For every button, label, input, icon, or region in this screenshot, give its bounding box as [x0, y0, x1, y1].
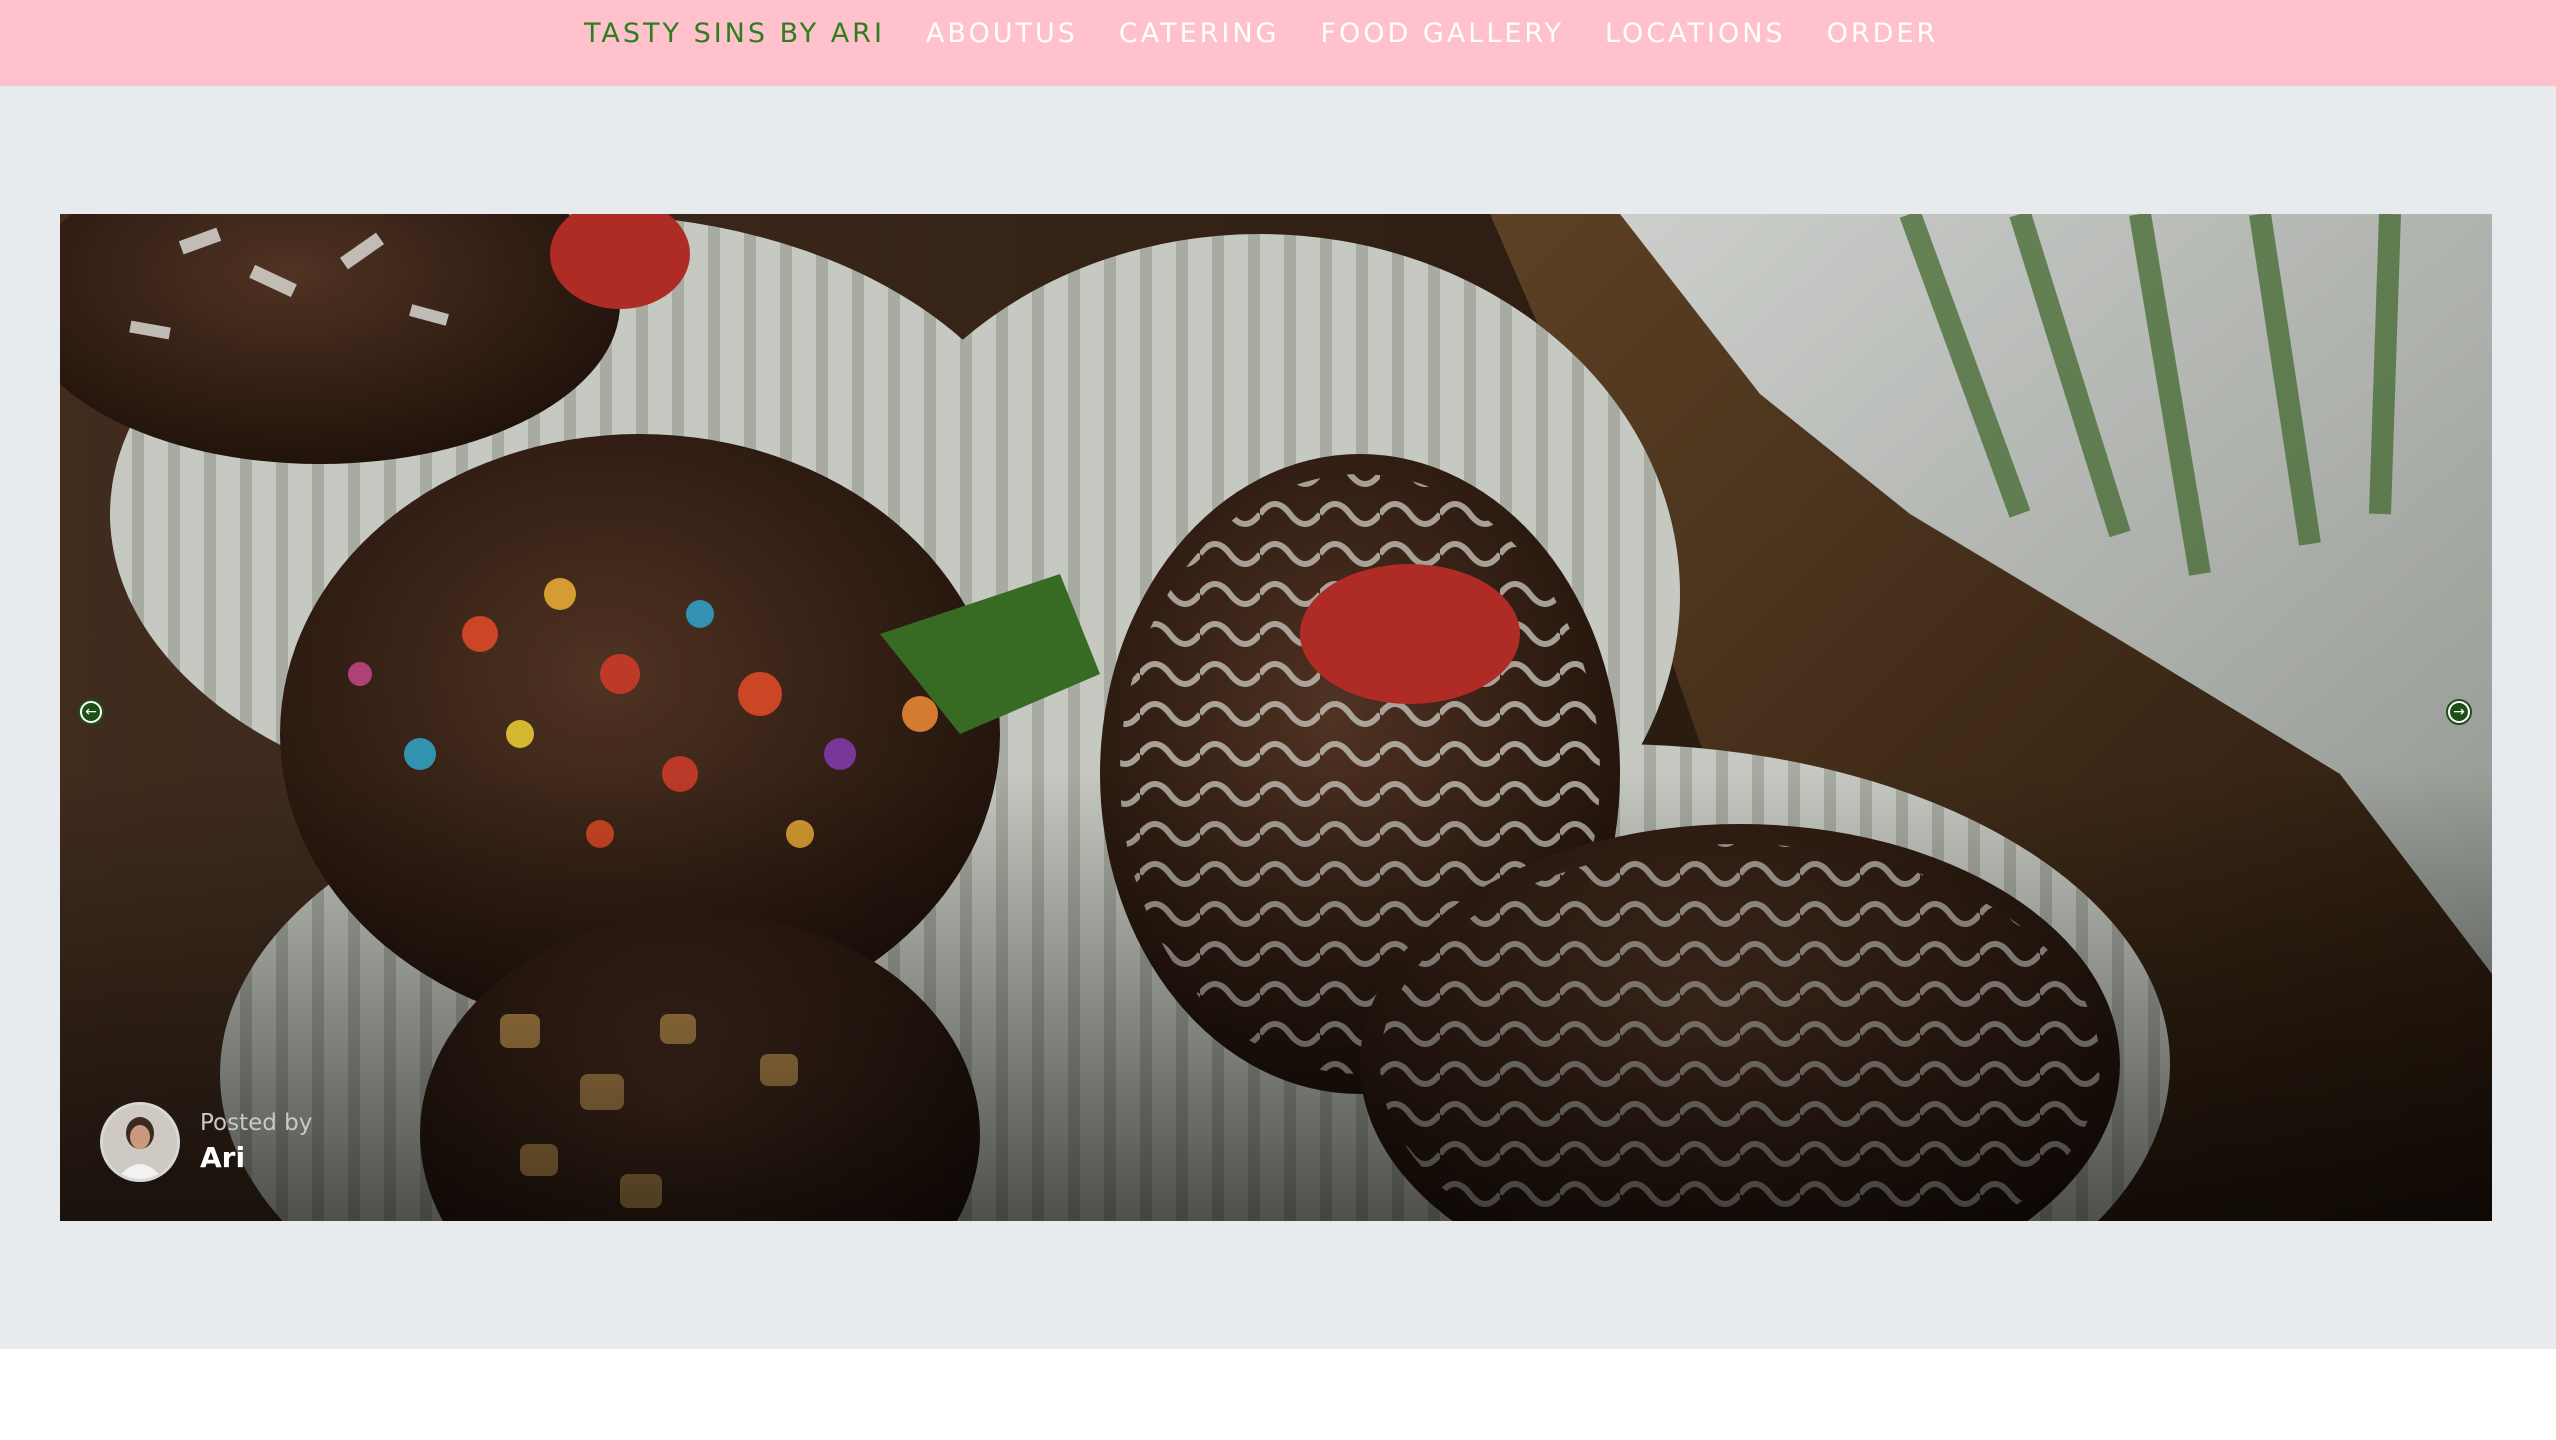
nav-link-locations[interactable]: LOCATIONS — [1605, 18, 1786, 49]
arrow-right-circle-icon: → — [2450, 703, 2468, 721]
author-avatar[interactable] — [100, 1102, 180, 1182]
author-text: Posted by Ari — [200, 1107, 312, 1177]
image-slider[interactable]: ← → Posted by Ari — [60, 214, 2492, 1221]
slider-next-button[interactable]: → — [2446, 699, 2472, 725]
brand-link[interactable]: TASTY SINS BY ARI — [584, 18, 885, 49]
hero-section: ← → Posted by Ari — [0, 86, 2556, 1349]
nav-link-order[interactable]: ORDER — [1827, 18, 1939, 49]
author-name[interactable]: Ari — [200, 1139, 312, 1177]
top-navbar: TASTY SINS BY ARI ABOUTUS CATERING FOOD … — [0, 0, 2556, 86]
posted-by-label: Posted by — [200, 1110, 313, 1136]
main-nav: TASTY SINS BY ARI ABOUTUS CATERING FOOD … — [584, 14, 1938, 52]
nav-link-food-gallery[interactable]: FOOD GALLERY — [1320, 18, 1563, 49]
nav-link-catering[interactable]: CATERING — [1119, 18, 1280, 49]
post-author: Posted by Ari — [100, 1102, 312, 1182]
arrow-left-circle-icon: ← — [82, 703, 100, 721]
slider-prev-button[interactable]: ← — [78, 699, 104, 725]
nav-link-aboutus[interactable]: ABOUTUS — [926, 18, 1078, 49]
strawberries-photo — [60, 214, 2492, 1221]
avatar-portrait-icon — [103, 1105, 177, 1179]
